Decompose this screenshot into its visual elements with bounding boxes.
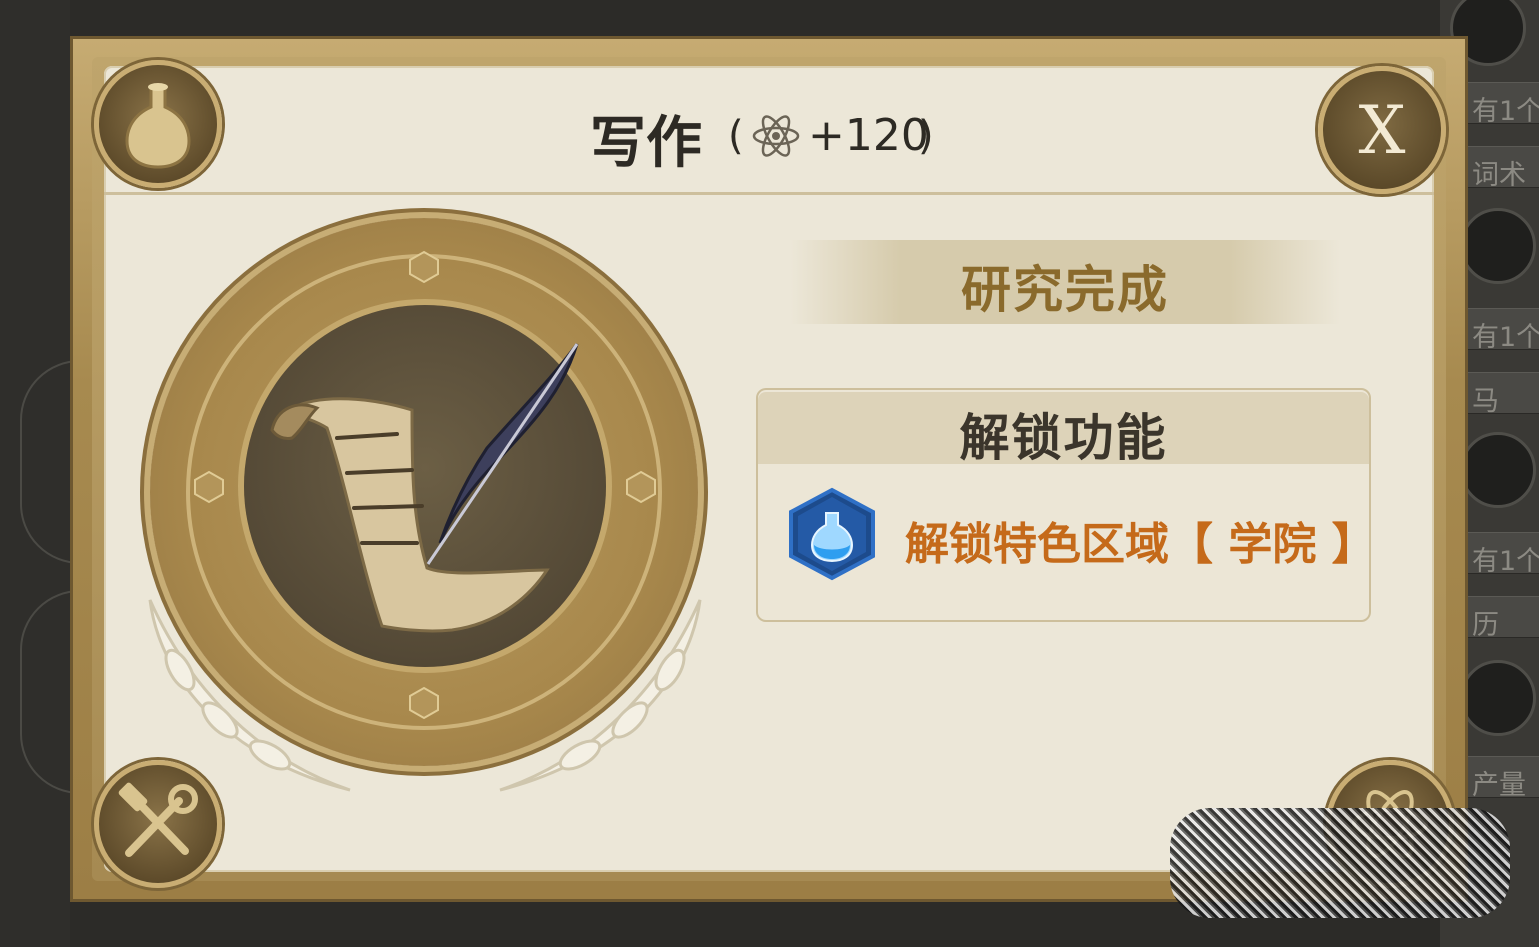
background-row: 有1个: [1468, 308, 1539, 353]
atom-icon: [752, 115, 800, 157]
background-row: 有1个: [1468, 532, 1539, 577]
background-tech-icon: [1460, 432, 1536, 508]
background-row: 马: [1468, 372, 1539, 417]
background-tech-icon: [1460, 660, 1536, 736]
bonus-close-paren: ): [918, 113, 934, 159]
unlock-panel-title: 解锁功能: [959, 409, 1168, 467]
close-button[interactable]: X: [1318, 66, 1446, 194]
research-bonus-value: +120: [808, 110, 929, 161]
hexagon-gem-icon: [626, 470, 656, 504]
hexagon-gem-icon: [194, 470, 224, 504]
scroll-quill-icon: [270, 343, 579, 633]
flask-icon: [125, 83, 191, 169]
hexagon-gem-icon: [409, 250, 439, 284]
dialog-title: 写作: [590, 111, 702, 176]
hexagon-gem-icon: [409, 686, 439, 720]
background-row: 词术: [1468, 146, 1539, 191]
research-status: 研究完成: [961, 261, 1169, 319]
flask-icon: [789, 487, 875, 581]
background-tech-icon: [1460, 208, 1536, 284]
bonus-open-paren: (: [728, 113, 744, 159]
background-row: 有1个: [1468, 82, 1539, 127]
corner-flask-medallion: [94, 60, 222, 188]
title-divider: [104, 192, 1434, 195]
background-row: 历: [1468, 596, 1539, 641]
background-row: 产量: [1468, 756, 1539, 801]
unlock-item-academy-district[interactable]: 解锁特色区域【 学院 】: [905, 508, 1376, 572]
obscured-region: [1170, 808, 1510, 918]
